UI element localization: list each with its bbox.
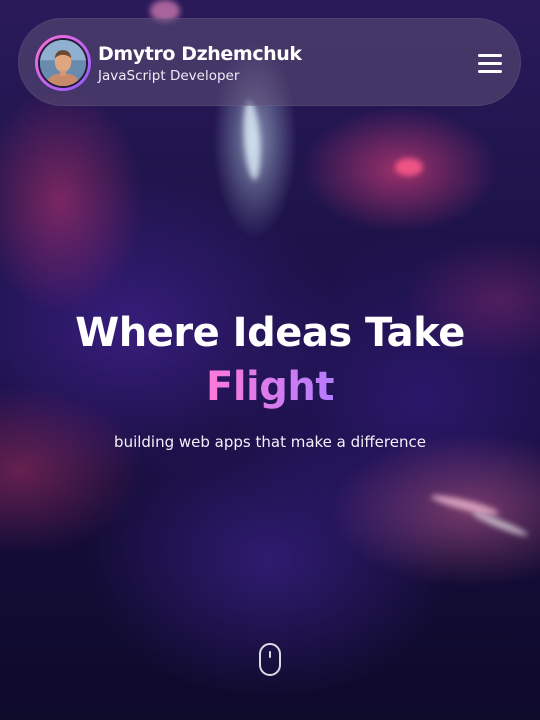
- avatar: [38, 38, 88, 88]
- profile-name: Dmytro Dzhemchuk: [98, 43, 302, 65]
- light-streak: [470, 509, 530, 539]
- light-streak: [241, 99, 263, 181]
- mouse-scroll-icon[interactable]: [259, 643, 281, 676]
- scroll-wheel: [269, 651, 271, 658]
- hero-background: Dmytro Dzhemchuk JavaScript Developer Wh…: [0, 0, 540, 720]
- light-streak: [429, 491, 501, 519]
- menu-bar: [478, 54, 502, 57]
- hero-title: Where Ideas Take Flight: [0, 306, 540, 414]
- hero-title-highlight: Flight: [206, 360, 334, 414]
- light-streak: [395, 158, 423, 176]
- profile-role: JavaScript Developer: [98, 68, 240, 84]
- menu-bar: [478, 70, 502, 73]
- hero-subtitle: building web apps that make a difference: [114, 433, 426, 451]
- hamburger-menu-icon[interactable]: [476, 49, 504, 77]
- menu-bar: [478, 62, 502, 65]
- profile-header: Dmytro Dzhemchuk JavaScript Developer: [18, 18, 521, 106]
- hero-title-line1: Where Ideas Take: [75, 310, 465, 356]
- avatar-ring[interactable]: [35, 35, 91, 91]
